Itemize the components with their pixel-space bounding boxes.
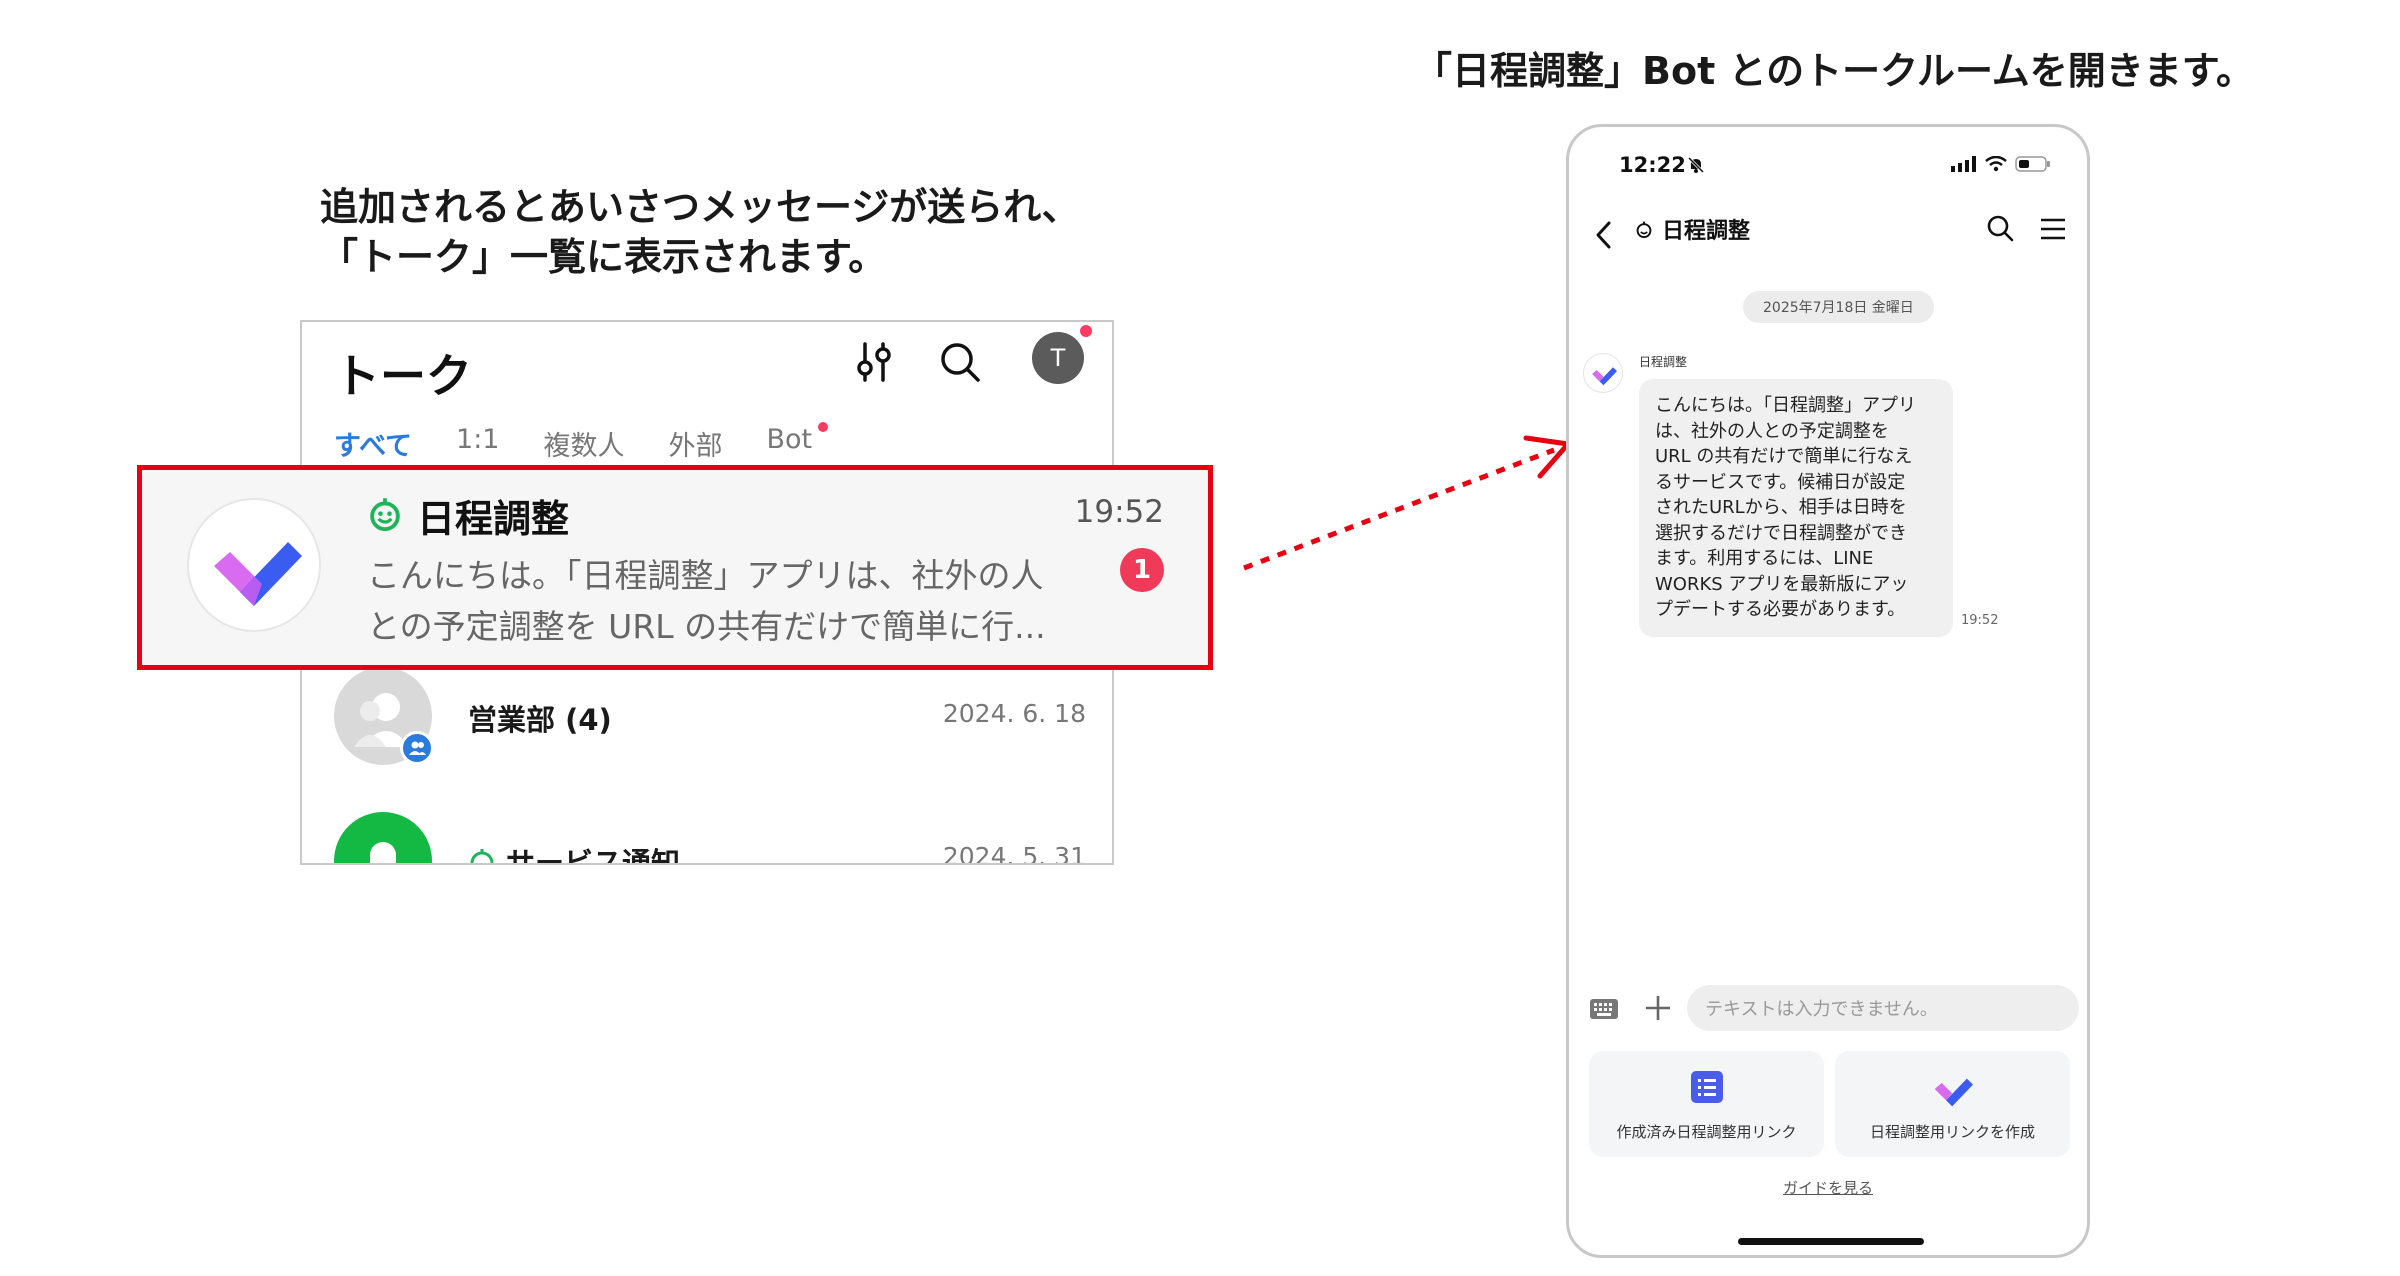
- status-icons: [1951, 156, 2051, 172]
- tab-group[interactable]: 複数人: [543, 424, 624, 463]
- plus-icon[interactable]: [1643, 993, 1673, 1023]
- message-line: プデートする必要があります。: [1655, 599, 1906, 620]
- left-caption-line1: 追加されるとあいさつメッセージが送られ、: [320, 185, 1080, 229]
- message-line: WORKS アプリを最新版にアッ: [1655, 573, 1909, 595]
- tab-external[interactable]: 外部: [668, 424, 722, 463]
- scheduling-avatar: [187, 498, 321, 632]
- search-icon[interactable]: [1985, 213, 2015, 243]
- message-preview: こんにちは。「日程調整」アプリは、社外の人 との予定調整を URL の共有だけで…: [367, 550, 1097, 652]
- wifi-icon: [1985, 156, 2007, 172]
- talk-name: サービス通知: [506, 846, 681, 865]
- tab-bar: すべて 1:1 複数人 外部 Bot: [334, 422, 829, 463]
- list-item[interactable]: サービス通知 2024. 5. 31: [302, 812, 1112, 865]
- message-input[interactable]: テキストは入力できません。: [1687, 985, 2079, 1031]
- chat-title: 日程調整: [1662, 219, 1751, 244]
- battery-icon: [2015, 156, 2050, 172]
- unread-badge: 1: [1120, 548, 1164, 592]
- message-bubble: こんにちは。「日程調整」アプリ は、社外の人との予定調整を URL の共有だけで…: [1639, 379, 1953, 637]
- dotted-arrow: [1243, 435, 1571, 571]
- bot-icon: [470, 849, 494, 863]
- guide-link[interactable]: ガイドを見る: [1569, 1177, 2087, 1198]
- message-line: るサービスです。候補日が設定: [1655, 471, 1906, 493]
- message-line: URL の共有だけで簡単に行なえ: [1655, 446, 1913, 467]
- sender-avatar: [1583, 353, 1623, 393]
- message-line: されたURLから、相手は日時を: [1655, 497, 1907, 518]
- bot-icon: [1636, 221, 1652, 239]
- right-caption: 「日程調整」Bot とのトークルームを開きます。: [1414, 49, 2255, 93]
- date-separator: 2025年7月18日 金曜日: [1743, 291, 1934, 323]
- back-icon[interactable]: [1589, 215, 1619, 255]
- talk-time: 19:52: [1074, 494, 1164, 530]
- page-title: トーク: [334, 349, 472, 403]
- card-label: 日程調整用リンクを作成: [1869, 1123, 2035, 1141]
- talk-name: 日程調整: [417, 497, 570, 541]
- list-item[interactable]: 営業部 (4) 2024. 6. 18: [302, 667, 1112, 777]
- created-links-button[interactable]: 作成済み日程調整用リンク: [1589, 1051, 1824, 1157]
- search-icon[interactable]: [938, 340, 982, 384]
- message-line: は、社外の人との予定調整を: [1655, 420, 1889, 442]
- filter-icon[interactable]: [852, 338, 896, 386]
- keyboard-icon[interactable]: [1589, 998, 1619, 1020]
- left-caption: 追加されるとあいさつメッセージが送られ、 「トーク」一覧に表示されます。: [320, 182, 1080, 282]
- service-avatar: [334, 812, 432, 863]
- notification-dot: [1080, 325, 1092, 337]
- bell-off-icon: [1687, 156, 1705, 174]
- message-preview-line2: との予定調整を URL の共有だけで簡単に行...: [367, 607, 1046, 646]
- left-caption-line2: 「トーク」一覧に表示されます。: [320, 235, 887, 279]
- message-line: 選択するだけで日程調整ができ: [1655, 522, 1907, 544]
- message-time: 19:52: [1961, 613, 1999, 628]
- signal-icon: [1951, 156, 1976, 172]
- message-preview-line1: こんにちは。「日程調整」アプリは、社外の人: [367, 556, 1044, 595]
- card-label: 作成済み日程調整用リンク: [1616, 1123, 1797, 1141]
- list-icon: [1690, 1071, 1723, 1103]
- check-logo-icon: [1592, 367, 1617, 386]
- message-line: ます。利用するには、LINE: [1655, 548, 1874, 569]
- talk-name: 営業部 (4): [468, 703, 612, 737]
- tab-bot[interactable]: Bot: [766, 422, 829, 463]
- notification-dot: [818, 422, 829, 432]
- bot-icon: [370, 498, 400, 532]
- talk-date: 2024. 5. 31: [942, 842, 1086, 865]
- sender-name: 日程調整: [1639, 355, 1688, 369]
- phone-screen: 12:22 日程調整 2025年7月18日 金曜日 日程調整 こんにちは。「日程…: [1566, 124, 2090, 1258]
- create-link-button[interactable]: 日程調整用リンクを作成: [1835, 1051, 2070, 1157]
- menu-icon[interactable]: [2039, 217, 2067, 241]
- home-indicator: [1738, 1238, 1924, 1245]
- avatar[interactable]: T: [1032, 332, 1084, 384]
- talk-date: 2024. 6. 18: [942, 699, 1086, 728]
- tab-all[interactable]: すべて: [334, 424, 412, 463]
- check-logo-icon: [1934, 1078, 1973, 1107]
- message-line: こんにちは。「日程調整」アプリ: [1655, 395, 1916, 416]
- tab-one-to-one[interactable]: 1:1: [456, 424, 499, 463]
- group-icon: [400, 731, 434, 765]
- highlighted-talk-row[interactable]: 日程調整 19:52 こんにちは。「日程調整」アプリは、社外の人 との予定調整を…: [137, 465, 1213, 670]
- status-time: 12:22: [1619, 153, 1686, 177]
- check-logo-icon: [214, 542, 302, 606]
- tab-bot-label: Bot: [766, 424, 813, 455]
